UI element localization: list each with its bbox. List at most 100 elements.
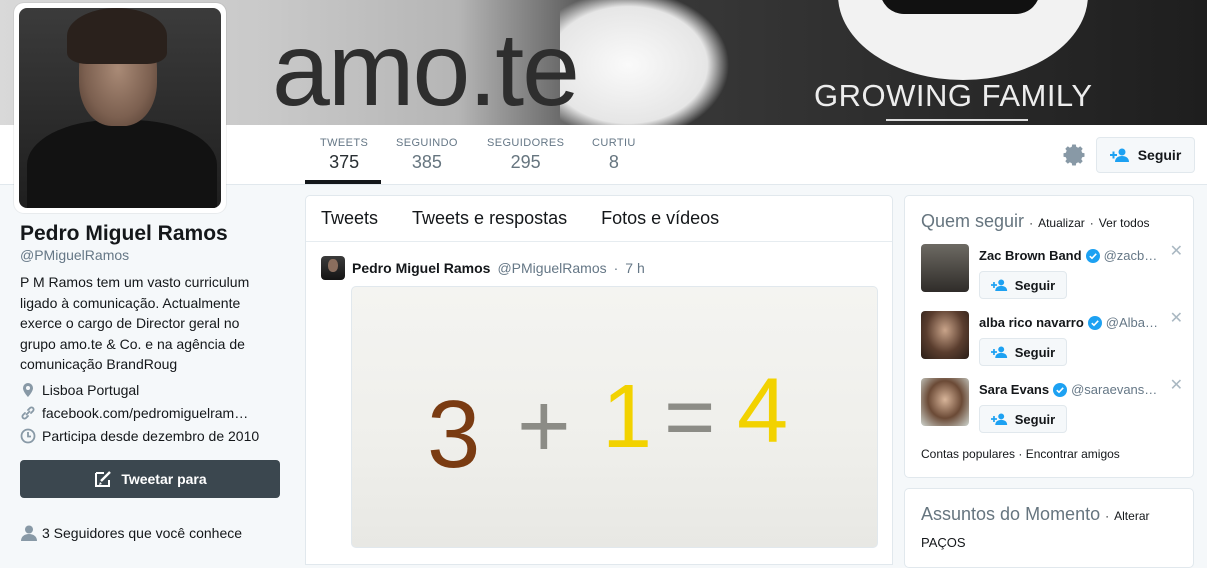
- popular-accounts-link[interactable]: Contas populares: [921, 447, 1015, 461]
- follow-button-label: Seguir: [1137, 147, 1182, 163]
- tab-tweets-replies[interactable]: Tweets e respostas: [412, 208, 567, 229]
- suggestion-follow-button[interactable]: Seguir: [979, 271, 1067, 299]
- stat-label: CURTIU: [592, 137, 636, 149]
- suggestion-name[interactable]: Zac Brown Band: [979, 248, 1082, 263]
- header-separator: ·: [1029, 216, 1034, 230]
- suggestion-handle[interactable]: @saraevans…: [1071, 382, 1157, 397]
- dismiss-icon[interactable]: ✕: [1170, 244, 1183, 260]
- who-to-follow-card: Quem seguir · Atualizar · Ver todos Zac …: [904, 195, 1194, 478]
- stat-value: 8: [608, 152, 619, 172]
- equation-drawing: 3 + 1 = 4: [427, 360, 788, 488]
- profile-url[interactable]: facebook.com/pedromiguelram…: [20, 405, 248, 421]
- follow-button[interactable]: Seguir: [1096, 137, 1195, 173]
- profile-name[interactable]: Pedro Miguel Ramos: [20, 222, 228, 246]
- dismiss-icon[interactable]: ✕: [1170, 311, 1183, 327]
- calendar-clock-icon: [20, 428, 36, 444]
- avatar-body: [27, 120, 217, 208]
- verified-badge-icon: [1085, 248, 1100, 263]
- suggestion-item: Sara Evans @saraevans… ✕ Seguir: [921, 378, 1183, 438]
- suggestion-avatar[interactable]: [921, 311, 969, 359]
- stat-followers[interactable]: SEGUIDORES 295: [487, 137, 564, 173]
- profile-avatar[interactable]: [14, 3, 226, 213]
- suggestion-name[interactable]: Sara Evans: [979, 382, 1049, 397]
- tweet-to-label: Tweetar para: [121, 471, 207, 487]
- follow-label: Seguir: [1014, 411, 1056, 427]
- tweet-avatar[interactable]: [321, 256, 345, 280]
- followers-known-text: 3 Seguidores que você conhece: [42, 525, 243, 541]
- equation-equals: =: [664, 367, 715, 466]
- location-pin-icon: [23, 383, 33, 397]
- who-to-follow-title: Quem seguir: [921, 211, 1025, 231]
- tweet-media-image[interactable]: 3 + 1 = 4: [351, 286, 878, 548]
- verified-badge-icon: [1087, 315, 1102, 330]
- equation-digit-c: 4: [737, 360, 788, 462]
- suggestion-follow-button[interactable]: Seguir: [979, 338, 1067, 366]
- suggestion-name[interactable]: alba rico navarro: [979, 315, 1084, 330]
- view-all-link[interactable]: Ver todos: [1099, 216, 1150, 230]
- follow-label: Seguir: [1014, 344, 1056, 360]
- followers-you-know[interactable]: 3 Seguidores que você conhece: [20, 525, 242, 541]
- header-separator: ·: [1089, 216, 1094, 230]
- who-to-follow-header: Quem seguir · Atualizar · Ver todos: [921, 211, 1150, 232]
- profile-bio: P M Ramos tem um vasto curriculum ligado…: [20, 274, 250, 372]
- suggestion-handle[interactable]: @zacb…: [1104, 248, 1158, 263]
- header-separator: ·: [1105, 509, 1110, 523]
- tweet-author[interactable]: Pedro Miguel Ramos: [352, 260, 490, 276]
- follow-label: Seguir: [1014, 277, 1056, 293]
- suggestion-handle[interactable]: @Alba…: [1106, 315, 1158, 330]
- profile-handle[interactable]: @PMiguelRamos: [20, 247, 129, 263]
- equation-plus: +: [517, 375, 571, 477]
- suggestion-avatar[interactable]: [921, 378, 969, 426]
- banner-brand-text: amo.te: [272, 12, 580, 125]
- tweet-to-button[interactable]: Tweetar para: [20, 460, 280, 498]
- stat-tweets[interactable]: TWEETS 375: [320, 137, 368, 173]
- compose-icon: [95, 471, 112, 487]
- trends-card: Assuntos do Momento · Alterar PAÇOS: [904, 488, 1194, 568]
- add-user-icon: [1109, 148, 1129, 162]
- tab-tweets[interactable]: Tweets: [321, 208, 378, 229]
- tweet-header: Pedro Miguel Ramos @PMiguelRamos · 7 h: [321, 256, 645, 280]
- find-friends-link[interactable]: Encontrar amigos: [1026, 447, 1120, 461]
- add-user-icon: [990, 279, 1007, 291]
- suggestion-avatar[interactable]: [921, 244, 969, 292]
- tweet-timestamp[interactable]: 7 h: [625, 260, 644, 276]
- stat-value: 295: [510, 152, 541, 172]
- tweet-handle[interactable]: @PMiguelRamos: [497, 260, 606, 276]
- banner-logo-mark: [880, 0, 1040, 14]
- who-to-follow-footer: Contas populares · Encontrar amigos: [921, 447, 1120, 461]
- trends-title: Assuntos do Momento: [921, 504, 1101, 524]
- profile-joined: Participa desde dezembro de 2010: [20, 428, 259, 444]
- profile-location: Lisboa Portugal: [20, 382, 139, 398]
- joined-text: Participa desde dezembro de 2010: [42, 428, 260, 444]
- change-trends-link[interactable]: Alterar: [1114, 509, 1149, 523]
- url-text[interactable]: facebook.com/pedromiguelram…: [42, 405, 248, 421]
- tab-photos-videos[interactable]: Fotos e vídeos: [601, 208, 719, 229]
- timeline: Tweets Tweets e respostas Fotos e vídeos…: [305, 195, 893, 565]
- suggestion-name-row: Zac Brown Band @zacb…: [979, 248, 1169, 263]
- refresh-link[interactable]: Atualizar: [1038, 216, 1085, 230]
- stat-following[interactable]: SEGUINDO 385: [396, 137, 458, 173]
- add-user-icon: [990, 413, 1007, 425]
- add-user-icon: [990, 346, 1007, 358]
- stat-label: SEGUIDORES: [487, 137, 565, 149]
- banner-underline: [886, 119, 1028, 121]
- location-text: Lisboa Portugal: [42, 382, 140, 398]
- verified-badge-icon: [1053, 382, 1068, 397]
- link-icon: [21, 406, 35, 420]
- equation-digit-a: 3: [427, 381, 480, 488]
- timeline-tabs: Tweets Tweets e respostas Fotos e vídeos: [306, 196, 892, 242]
- active-stat-indicator: [305, 180, 381, 184]
- gear-icon[interactable]: [1062, 143, 1086, 167]
- trends-header: Assuntos do Momento · Alterar: [921, 504, 1149, 525]
- avatar-hair: [67, 8, 167, 64]
- suggestion-follow-button[interactable]: Seguir: [979, 405, 1067, 433]
- trend-item[interactable]: PAÇOS: [921, 535, 966, 550]
- stat-value: 385: [411, 152, 442, 172]
- dismiss-icon[interactable]: ✕: [1170, 378, 1183, 394]
- stat-value: 375: [329, 152, 360, 172]
- suggestion-item: alba rico navarro @Alba… ✕ Seguir: [921, 311, 1183, 371]
- stat-likes[interactable]: CURTIU 8: [592, 137, 636, 173]
- tweet-separator: ·: [613, 260, 619, 276]
- equation-digit-b: 1: [602, 367, 652, 467]
- suggestion-name-row: Sara Evans @saraevans…: [979, 382, 1169, 397]
